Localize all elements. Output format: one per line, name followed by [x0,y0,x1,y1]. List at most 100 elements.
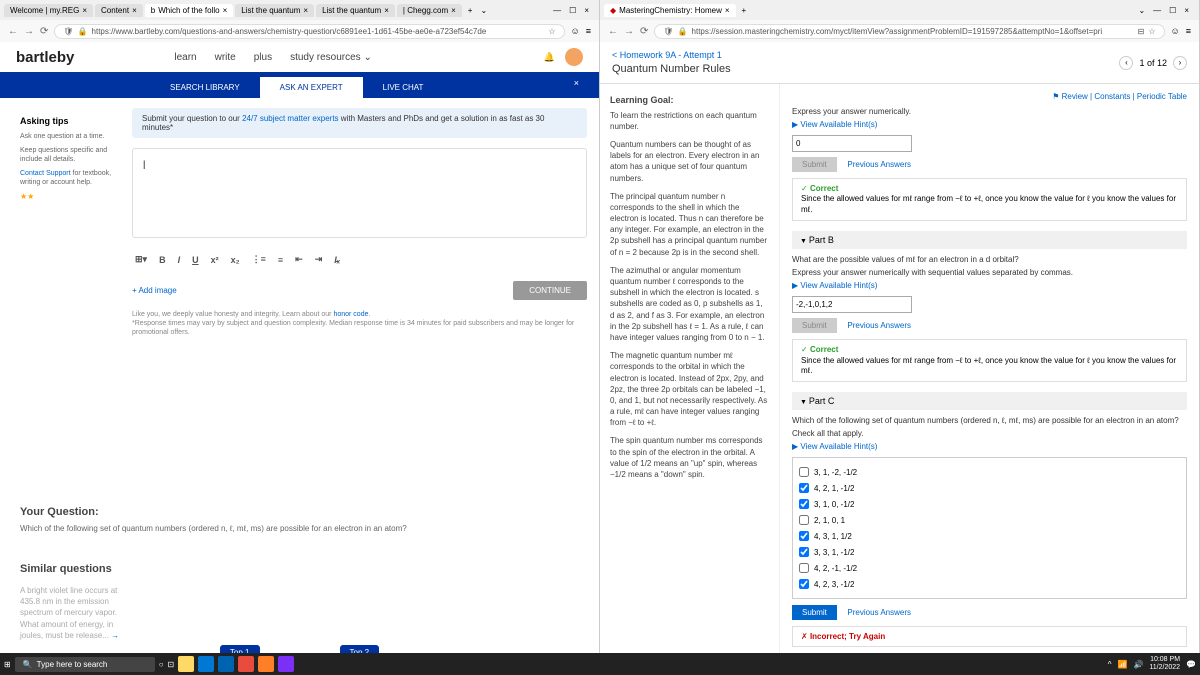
close-icon[interactable]: × [584,6,589,15]
subscript-button[interactable]: x₂ [228,253,243,267]
bartleby-logo[interactable]: bartleby [16,49,74,66]
submit-button[interactable]: Submit [792,318,837,333]
bullet-list-button[interactable]: ⋮≡ [249,252,269,267]
close-icon[interactable]: × [384,6,389,15]
tray-up-icon[interactable]: ^ [1108,660,1112,669]
part-c-header[interactable]: Part C [792,392,1187,410]
hint-link[interactable]: ▶ View Available Hint(s) [792,442,1187,451]
tab-welcome[interactable]: Welcome | my.REG× [4,4,93,17]
superscript-button[interactable]: x² [208,253,222,267]
answer-input-b[interactable] [792,296,912,313]
tab-quantum2[interactable]: List the quantum× [316,4,395,17]
bold-button[interactable]: B [156,253,169,267]
reader-icon[interactable]: ⊟ [1138,27,1145,36]
back-icon[interactable]: ← [8,26,18,37]
answer-input-a[interactable] [792,135,912,152]
underline-button[interactable]: U [189,253,202,267]
honor-code-link[interactable]: honor code [333,311,368,318]
new-tab-button[interactable]: + [464,6,477,15]
new-tab-button[interactable]: + [738,6,751,15]
tab-active-bartleby[interactable]: bWhich of the follo× [145,4,234,17]
taskbar-search[interactable]: 🔍 Type here to search [15,657,155,672]
close-icon[interactable]: × [725,6,730,15]
option-checkbox[interactable] [799,467,809,477]
volume-icon[interactable]: 🔊 [1133,660,1143,669]
maximize-icon[interactable]: ☐ [1169,6,1176,15]
tab-quantum1[interactable]: List the quantum× [235,4,314,17]
close-icon[interactable]: × [132,6,137,15]
question-textarea[interactable]: | [132,148,587,238]
notifications-icon[interactable]: 💬 [1186,660,1196,669]
nav-plus[interactable]: plus [254,52,272,63]
forward-icon[interactable]: → [624,26,634,37]
continue-button[interactable]: CONTINUE [513,281,587,300]
review-links[interactable]: Review | Constants | Periodic Table [1062,92,1187,101]
store-icon[interactable] [218,656,234,672]
indent-button[interactable]: ⇥ [312,252,326,267]
table-icon[interactable]: ⊞▾ [132,252,150,267]
tab-ask-expert[interactable]: ASK AN EXPERT [260,77,363,98]
tab-dropdown[interactable]: ⌄ [476,6,491,15]
outdent-button[interactable]: ⇤ [292,252,306,267]
previous-answers-link[interactable]: Previous Answers [847,160,911,169]
tab-content[interactable]: Content× [95,4,143,17]
option-checkbox[interactable] [799,483,809,493]
nav-write[interactable]: write [215,52,236,63]
star-icon[interactable]: ☆ [548,27,555,36]
breadcrumb-link[interactable]: < Homework 9A - Attempt 1 [612,50,731,60]
number-list-button[interactable]: ≡ [275,253,286,267]
close-icon[interactable]: × [1184,6,1189,15]
tab-chegg[interactable]: | Chegg.com× [397,4,462,17]
previous-answers-link[interactable]: Previous Answers [847,321,911,330]
flag-icon[interactable]: ⚑ [1052,92,1059,101]
account-icon[interactable]: ☺ [571,26,580,36]
windows-start-icon[interactable]: ⊞ [4,660,11,669]
edge-icon[interactable] [198,656,214,672]
clear-format-button[interactable]: I̵ₓ [331,253,343,267]
file-explorer-icon[interactable] [178,656,194,672]
tab-live-chat[interactable]: LIVE CHAT [363,77,444,98]
maximize-icon[interactable]: ☐ [569,6,576,15]
wifi-icon[interactable]: 📶 [1117,660,1127,669]
menu-icon[interactable]: ≡ [586,26,591,36]
menu-icon[interactable]: ≡ [1186,26,1191,36]
next-page-button[interactable]: › [1173,56,1187,70]
notification-icon[interactable]: 🔔 [544,52,555,63]
contact-support-link[interactable]: Contact Support [20,170,71,177]
option-checkbox[interactable] [799,499,809,509]
back-icon[interactable]: ← [608,26,618,37]
close-icon[interactable]: × [82,6,87,15]
close-icon[interactable]: × [451,6,456,15]
hint-link[interactable]: ▶ View Available Hint(s) [792,281,1187,290]
experts-link[interactable]: 24/7 subject matter experts [242,114,339,123]
close-icon[interactable]: × [303,6,308,15]
close-icon[interactable]: × [574,78,579,88]
option-checkbox[interactable] [799,515,809,525]
minimize-icon[interactable]: — [1153,6,1161,15]
nav-resources[interactable]: study resources ⌄ [290,52,372,63]
option-checkbox[interactable] [799,563,809,573]
url-bar[interactable]: 🛡 🔒 https://session.masteringchemistry.c… [654,24,1164,39]
app-icon[interactable] [238,656,254,672]
minimize-icon[interactable]: ⌄ [1138,6,1145,15]
minimize-icon[interactable]: — [553,6,561,15]
firefox-icon[interactable] [258,656,274,672]
url-bar[interactable]: 🛡 🔒 https://www.bartleby.com/questions-a… [54,24,564,39]
tab-mastering[interactable]: ◆MasteringChemistry: Homew× [604,4,736,17]
forward-icon[interactable]: → [24,26,34,37]
submit-button[interactable]: Submit [792,605,837,620]
clock[interactable]: 10:08 PM 11/2/2022 [1149,656,1180,671]
account-icon[interactable]: ☺ [1171,26,1180,36]
reload-icon[interactable]: ⟳ [40,26,48,37]
submit-button[interactable]: Submit [792,157,837,172]
close-icon[interactable]: × [223,6,228,15]
option-checkbox[interactable] [799,531,809,541]
app-icon[interactable] [278,656,294,672]
nav-learn[interactable]: learn [174,52,196,63]
avatar[interactable] [565,48,583,66]
task-view-icon[interactable]: ⊡ [168,660,175,669]
italic-button[interactable]: I [175,253,184,267]
add-image-link[interactable]: + Add image [132,286,177,295]
option-checkbox[interactable] [799,547,809,557]
star-icon[interactable]: ☆ [1148,27,1155,36]
